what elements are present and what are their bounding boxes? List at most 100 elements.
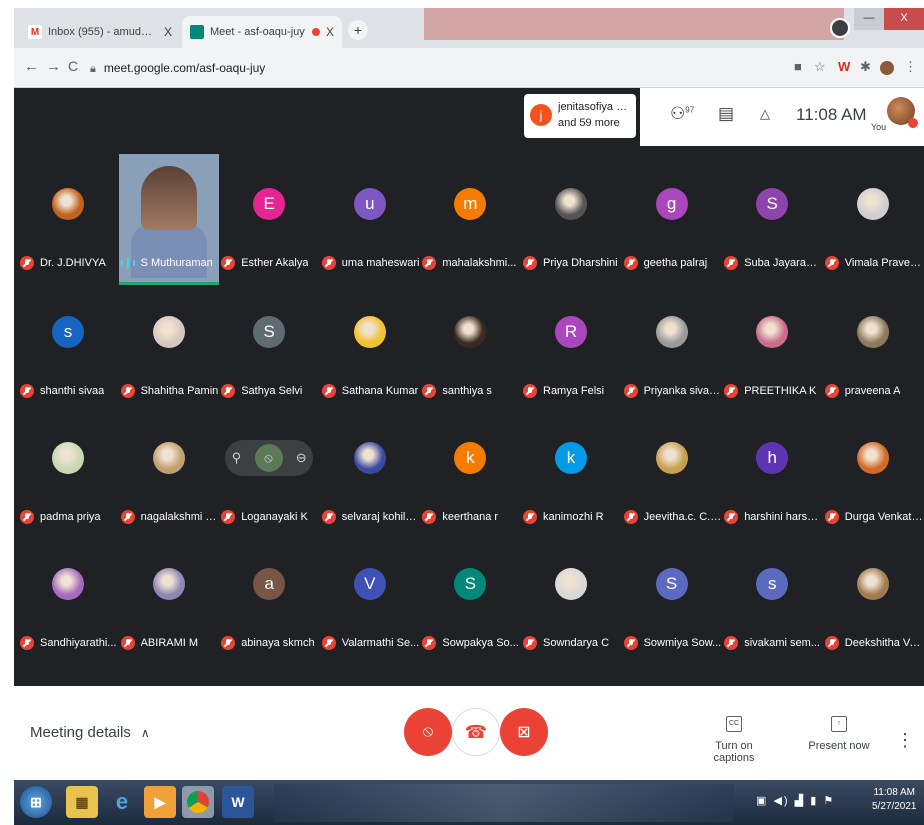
present-now-button[interactable]: ↑ Present now xyxy=(804,716,874,752)
participant-tile[interactable]: Sowndarya C xyxy=(521,530,621,660)
profile-icon[interactable] xyxy=(830,18,850,38)
start-button-icon[interactable]: ⊞ xyxy=(20,786,52,818)
participant-tile[interactable]: Sathana Kumar xyxy=(320,278,420,408)
reload-icon[interactable]: C xyxy=(68,58,78,74)
tile-hover-controls[interactable]: ⚲ ⦸ ⊖ xyxy=(225,440,314,476)
participant-name: geetha palraj xyxy=(643,257,708,269)
camera-indicator-icon[interactable]: ■ xyxy=(794,59,802,74)
participant-avatar: g xyxy=(655,188,688,220)
participant-tile[interactable]: padma priya xyxy=(18,404,118,534)
chrome-icon[interactable] xyxy=(182,786,214,818)
tab-close-icon[interactable]: X xyxy=(326,25,334,39)
participant-tile[interactable]: S Suba Jayaram... xyxy=(722,150,822,280)
participant-tile[interactable]: ⚲ ⦸ ⊖ Loganayaki K xyxy=(219,404,319,534)
participant-tile[interactable]: nagalakshmi a... xyxy=(119,404,219,534)
volume-icon[interactable]: ◀) xyxy=(773,795,789,807)
participant-tile[interactable]: s sivakami sem... xyxy=(722,530,822,660)
people-icon[interactable]: ⚇97 xyxy=(670,104,694,124)
participant-tile[interactable]: k kanimozhi R xyxy=(521,404,621,534)
internet-explorer-icon[interactable]: e xyxy=(106,786,138,818)
new-tab-button[interactable]: + xyxy=(348,20,368,40)
participant-tile[interactable]: u uma maheswari xyxy=(320,150,420,280)
profile-avatar-icon[interactable] xyxy=(880,61,894,75)
mute-mic-button[interactable]: ⦸ xyxy=(404,708,452,756)
participant-tile[interactable]: selvaraj kohila... xyxy=(320,404,420,534)
mic-muted-icon xyxy=(120,636,135,650)
participant-tile[interactable]: ABIRAMI M xyxy=(119,530,219,660)
participant-tile[interactable]: PREETHIKA K xyxy=(722,278,822,408)
tab-close-icon[interactable]: X xyxy=(164,25,172,39)
leave-call-button[interactable]: ☎︎ xyxy=(452,708,500,756)
participant-tile[interactable]: Jeevitha.c. C.j... xyxy=(622,404,722,534)
remove-icon[interactable]: ⊖ xyxy=(296,450,307,466)
participant-tile[interactable]: a abinaya skmch xyxy=(219,530,319,660)
file-explorer-icon[interactable]: ▦ xyxy=(66,786,98,818)
participant-tile[interactable]: santhiya s xyxy=(420,278,520,408)
tab-inbox[interactable]: M Inbox (955) - amudha.palaniappa X xyxy=(20,16,180,48)
participant-tile[interactable]: V Valarmathi Se... xyxy=(320,530,420,660)
participant-tile[interactable]: S Sowpakya So... xyxy=(420,530,520,660)
tab-title: Meet - asf-oaqu-juy xyxy=(210,26,305,38)
participant-tile[interactable]: S Muthuraman xyxy=(118,154,219,285)
meeting-controls-bar: Meeting details ∧ ⦸ ☎︎ ⊠ CC Turn on capti… xyxy=(14,686,924,780)
taskbar-clock[interactable]: 11:08 AM 5/27/2021 xyxy=(872,786,917,814)
bookmark-star-icon[interactable]: ☆ xyxy=(814,59,826,75)
participant-tile[interactable]: Sandhiyarathi... xyxy=(18,530,118,660)
word-icon[interactable]: W xyxy=(222,786,254,818)
participant-tile[interactable]: Durga Venkata... xyxy=(823,404,923,534)
captions-button[interactable]: CC Turn on captions xyxy=(694,716,774,764)
participant-tile[interactable]: Deekshitha Va... xyxy=(823,530,923,660)
participant-tile[interactable]: k keerthana r xyxy=(420,404,520,534)
participant-name: Priya Dharshini xyxy=(543,257,618,269)
minimize-button[interactable]: — xyxy=(854,8,884,30)
participant-name-row: Jeevitha.c. C.j... xyxy=(623,508,722,526)
participant-tile[interactable]: E Esther Akalya xyxy=(219,150,319,280)
forward-arrow-icon[interactable]: → xyxy=(46,58,61,75)
participant-tile[interactable]: g geetha palraj xyxy=(622,150,722,280)
participant-tile[interactable]: s shanthi sivaa xyxy=(18,278,118,408)
mute-participant-icon[interactable]: ⦸ xyxy=(254,444,283,472)
pin-icon[interactable]: ⚲ xyxy=(232,450,242,466)
battery-icon[interactable]: ▮ xyxy=(810,795,818,807)
extension-icon[interactable]: W xyxy=(838,59,850,74)
participant-name: Deekshitha Va... xyxy=(844,637,923,649)
participant-tile[interactable]: Priya Dharshini xyxy=(521,150,621,280)
activities-icon[interactable]: △ xyxy=(760,106,770,122)
participant-avatar: R xyxy=(555,316,587,348)
participant-tile[interactable]: Dr. J.DHIVYA xyxy=(18,150,118,280)
participant-avatar: s xyxy=(756,568,789,600)
participant-tile[interactable]: h harshini harshi... xyxy=(722,404,822,534)
participant-tile[interactable]: R Ramya Felsi xyxy=(521,278,621,408)
participant-name-row: Sowpakya So... xyxy=(422,634,520,652)
media-player-icon[interactable]: ▶ xyxy=(144,786,176,818)
participant-name: Sowpakya So... xyxy=(442,637,519,649)
participant-name: keerthana r xyxy=(442,511,499,523)
chat-icon[interactable]: ▤ xyxy=(718,104,734,124)
taskbar-thumbnail xyxy=(274,784,734,822)
mic-muted-icon xyxy=(321,384,336,398)
camera-toggle-button[interactable]: ⊠ xyxy=(500,708,548,756)
flag-icon[interactable]: ⚑ xyxy=(823,795,835,807)
participant-tile[interactable]: Vimala Pravee... xyxy=(823,150,923,280)
url-field[interactable]: 🔒︎ meet.google.com/asf-oaqu-juy xyxy=(90,56,810,80)
menu-kebab-icon[interactable]: ⋮ xyxy=(904,59,917,75)
participant-tile[interactable]: S Sathya Selvi xyxy=(219,278,319,408)
participant-tile[interactable]: Shahitha Pamin xyxy=(119,278,219,408)
more-options-icon[interactable]: ⋮ xyxy=(896,730,914,751)
extensions-puzzle-icon[interactable]: ✱ xyxy=(860,59,871,75)
participant-tile[interactable]: S Sowmiya Sow... xyxy=(622,530,722,660)
tray-app-icon[interactable]: ▣ xyxy=(756,795,768,807)
window-close-button[interactable]: X xyxy=(884,8,924,30)
back-arrow-icon[interactable]: ← xyxy=(24,58,39,75)
participant-tile[interactable]: m mahalakshmi... xyxy=(420,150,520,280)
signal-icon[interactable]: ▟ xyxy=(795,795,805,807)
participant-avatar: k xyxy=(555,442,587,474)
participant-name-row: selvaraj kohila... xyxy=(321,508,420,526)
participant-avatar xyxy=(152,316,185,348)
meeting-details-button[interactable]: Meeting details ∧ xyxy=(30,724,150,741)
participant-tile[interactable]: Priyanka sivak... xyxy=(622,278,722,408)
participant-name: mahalakshmi... xyxy=(442,257,517,269)
participant-tile[interactable]: praveena A xyxy=(823,278,923,408)
tab-meet[interactable]: Meet - asf-oaqu-juy X xyxy=(182,16,342,48)
join-notification[interactable]: j jenitasofiya sofi... and 59 more xyxy=(524,94,636,138)
